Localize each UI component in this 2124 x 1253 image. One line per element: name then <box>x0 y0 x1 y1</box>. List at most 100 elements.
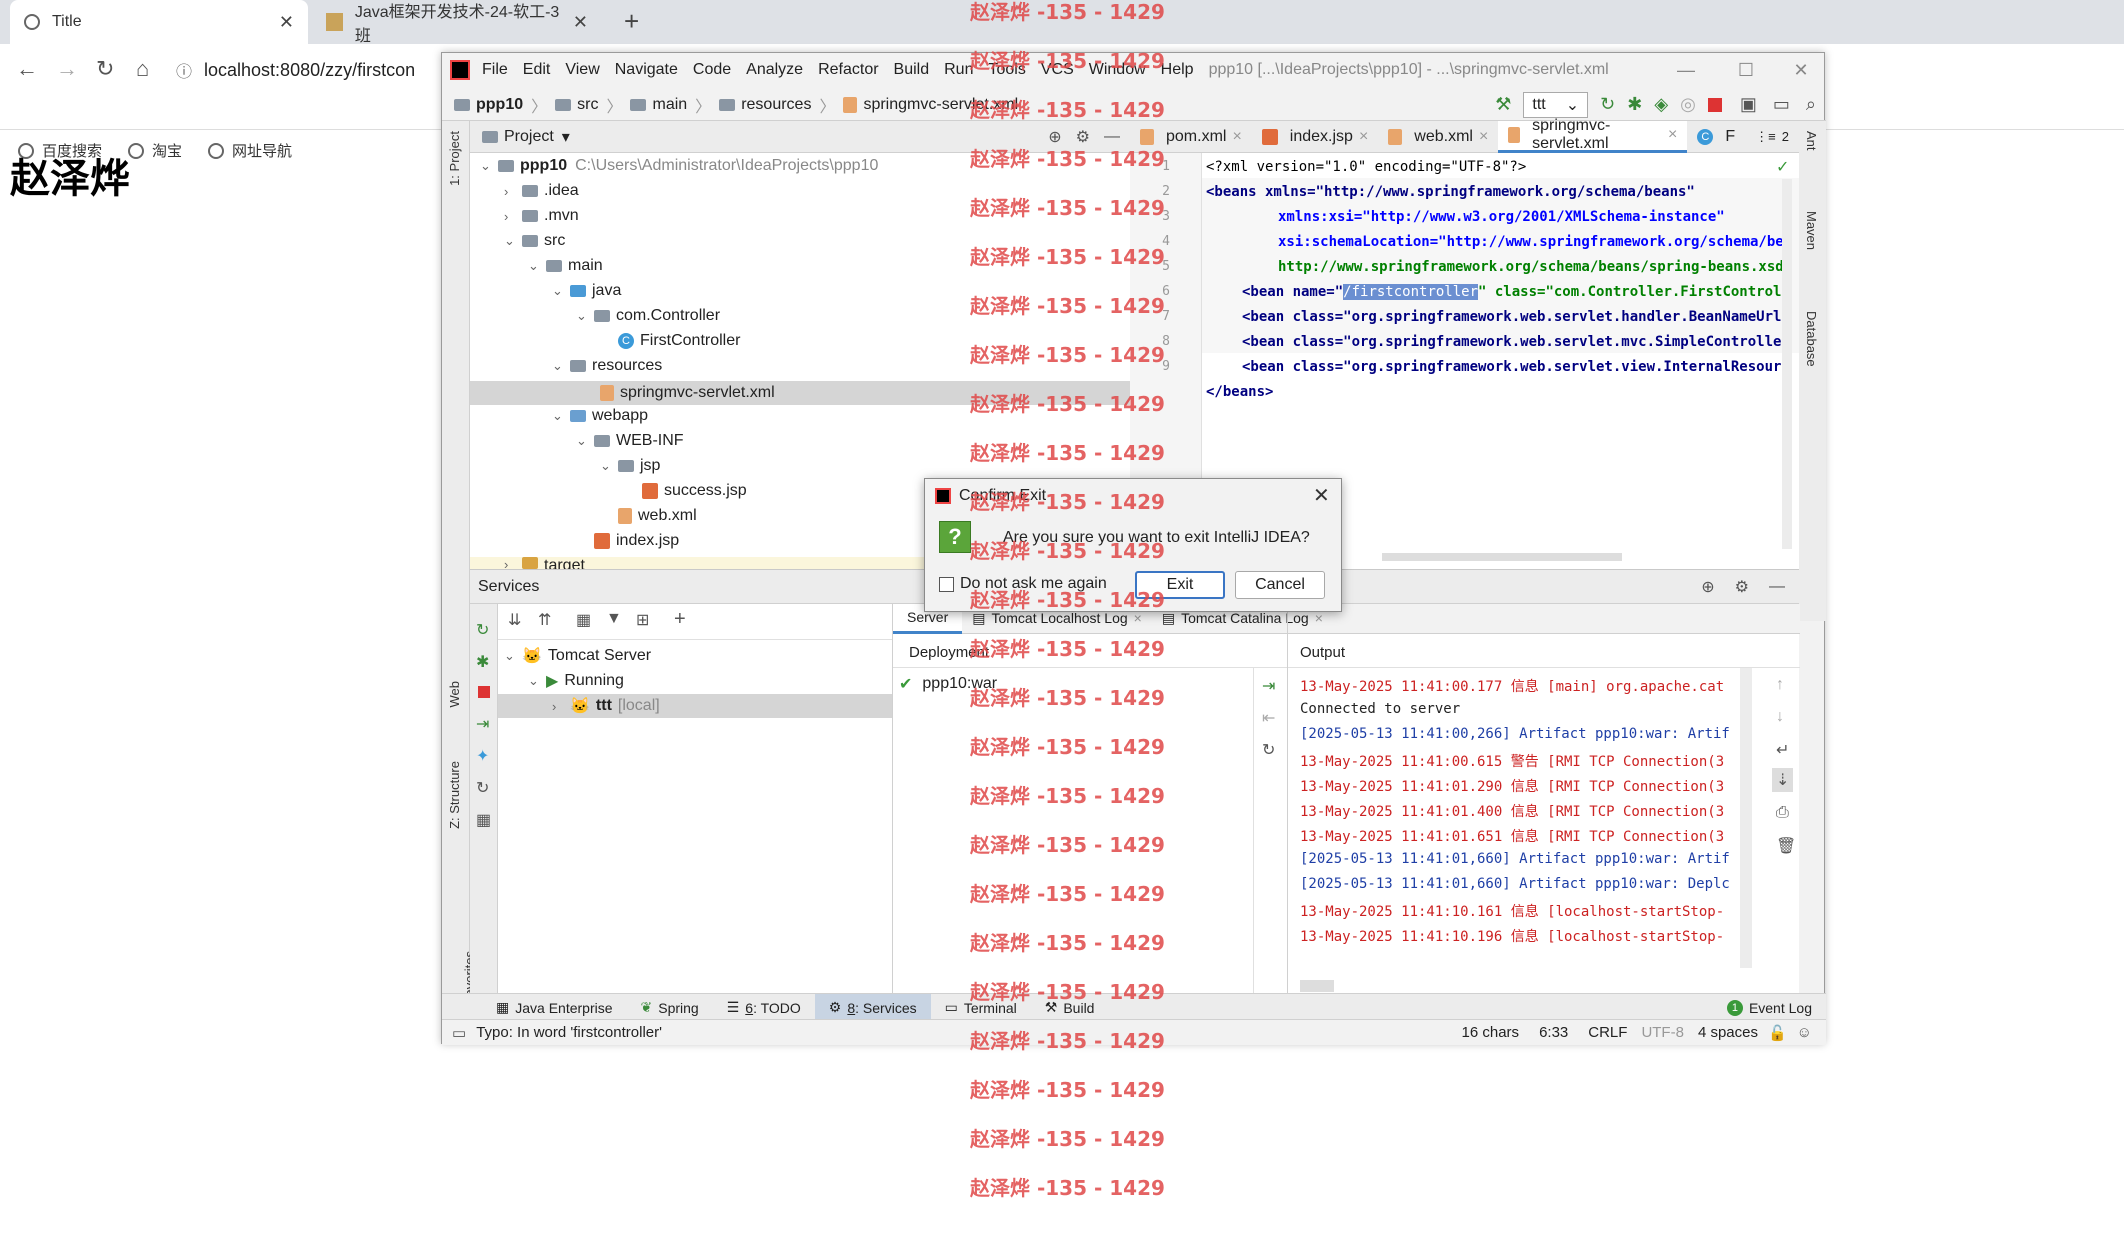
editor-tabs-overflow[interactable]: ⋮≡ 2 <box>1745 121 1799 153</box>
home-icon[interactable]: ⌂ <box>136 56 149 82</box>
up-icon[interactable]: ↑ <box>1776 676 1784 694</box>
profile-icon[interactable]: ◎ <box>1680 94 1696 115</box>
build-hammer-icon[interactable]: ⚒ <box>1495 94 1511 115</box>
checkbox-box[interactable] <box>939 576 954 592</box>
breadcrumb-project[interactable]: ppp10 <box>476 96 523 114</box>
debug-icon[interactable]: ✱ <box>476 652 489 672</box>
toggle-panels-icon[interactable]: ▭ <box>452 1024 466 1042</box>
editor-tab-pom[interactable]: pom.xml × <box>1130 121 1252 153</box>
tree-node-main[interactable]: ⌄ main <box>528 257 603 275</box>
trash-icon[interactable]: 🗑 <box>1776 836 1796 856</box>
project-view-select[interactable]: Project <box>504 128 554 146</box>
expand-all-icon[interactable]: ⇊ <box>508 610 521 630</box>
tree-node-src[interactable]: ⌄ src <box>504 232 565 250</box>
tree-node-springmvc-xml[interactable]: springmvc-servlet.xml <box>470 381 1130 405</box>
tree-node-package[interactable]: ⌄ com.Controller <box>576 307 720 325</box>
status-encoding[interactable]: UTF-8 <box>1641 1024 1684 1041</box>
tool-java-enterprise[interactable]: ▦ Java Enterprise <box>482 994 627 1022</box>
menu-vcs[interactable]: VCS <box>1041 61 1074 79</box>
tree-node-web-xml[interactable]: web.xml <box>618 507 697 525</box>
chevron-down-icon[interactable]: ⌄ <box>528 258 546 274</box>
chevron-down-icon[interactable]: ⌄ <box>576 308 594 324</box>
menu-navigate[interactable]: Navigate <box>615 61 678 79</box>
breadcrumb-resources[interactable]: resources <box>741 96 811 114</box>
project-structure-icon[interactable]: ▣ <box>1740 94 1757 115</box>
soft-wrap-icon[interactable]: ↵ <box>1776 740 1789 760</box>
maximize-icon[interactable]: ☐ <box>1716 60 1776 81</box>
info-icon[interactable]: ⓘ <box>176 58 192 82</box>
status-indent[interactable]: 4 spaces <box>1698 1024 1758 1041</box>
tab-localhost-log[interactable]: ▤ Tomcat Localhost Log × <box>962 610 1152 627</box>
bookmark-nav[interactable]: 网址导航 <box>208 140 292 161</box>
collapse-all-icon[interactable]: ⇈ <box>538 610 551 630</box>
chevron-down-icon[interactable]: ⌄ <box>552 283 570 299</box>
menu-code[interactable]: Code <box>693 61 731 79</box>
minimize-icon[interactable]: — <box>1656 60 1716 81</box>
close-icon[interactable]: × <box>1359 128 1368 146</box>
window-close-icon[interactable]: ✕ <box>1776 60 1826 81</box>
editor-tab-index[interactable]: index.jsp × <box>1252 121 1379 153</box>
rerun-icon[interactable]: ↻ <box>1600 94 1615 115</box>
tool-maven[interactable]: Maven <box>1804 211 1819 250</box>
chevron-down-icon[interactable]: ⌄ <box>504 233 522 249</box>
exit-button[interactable]: Exit <box>1135 571 1225 599</box>
scroll-to-end-icon[interactable]: ⇣ <box>1772 768 1794 792</box>
output-h-scrollbar[interactable] <box>1300 980 1334 992</box>
chevron-right-icon[interactable]: › <box>504 184 522 199</box>
presentation-icon[interactable]: ▭ <box>1773 94 1790 115</box>
hide-icon[interactable]: — <box>1769 578 1785 596</box>
chevron-down-icon[interactable]: ⌄ <box>504 648 522 664</box>
rerun-icon[interactable]: ↻ <box>476 620 489 640</box>
menu-file[interactable]: File <box>482 61 508 79</box>
debug-icon[interactable]: ✱ <box>1627 94 1642 115</box>
tree-node-jsp[interactable]: ⌄ jsp <box>600 457 660 475</box>
horizontal-scrollbar[interactable] <box>1382 553 1622 561</box>
locate-icon[interactable]: ⊕ <box>1048 127 1061 147</box>
undeploy-icon[interactable]: ⇤ <box>1262 708 1275 728</box>
deploy-icon[interactable]: ⇥ <box>1262 676 1275 696</box>
cancel-button[interactable]: Cancel <box>1235 571 1325 599</box>
back-icon[interactable]: ← <box>16 56 38 82</box>
stop-icon[interactable] <box>478 686 490 698</box>
run-config-select[interactable]: ttt ⌄ <box>1523 91 1589 118</box>
new-tab-icon[interactable]: ⊞ <box>636 610 649 630</box>
bookmark-taobao[interactable]: 淘宝 <box>128 140 182 161</box>
forward-icon[interactable]: → <box>56 56 78 82</box>
chevron-down-icon[interactable]: ⌄ <box>552 358 570 374</box>
chevron-down-icon[interactable]: ⌄ <box>480 158 498 174</box>
tree-node-mvn[interactable]: › .mvn <box>504 207 579 225</box>
menu-edit[interactable]: Edit <box>523 61 551 79</box>
settings-gear-icon[interactable]: ⚙ <box>1076 127 1090 147</box>
deployment-item[interactable]: ✔ ppp10:war <box>899 674 997 694</box>
do-not-ask-checkbox[interactable]: Do not ask me again <box>939 575 1107 593</box>
tree-node-resources[interactable]: ⌄ resources <box>552 357 662 375</box>
tree-node-webinf[interactable]: ⌄ WEB-INF <box>576 432 684 450</box>
new-tab-button[interactable]: + <box>624 6 639 37</box>
chevron-right-icon[interactable]: › <box>504 557 522 569</box>
close-icon[interactable]: × <box>1668 126 1677 144</box>
service-tomcat-server[interactable]: ⌄ 🐱 Tomcat Server <box>504 646 651 666</box>
tree-node-ppp10[interactable]: ⌄ ppp10 C:\Users\Administrator\IdeaProject… <box>480 157 878 175</box>
tool-structure[interactable]: Z: Structure <box>447 761 462 829</box>
tool-web[interactable]: Web <box>447 681 462 708</box>
menu-analyze[interactable]: Analyze <box>746 61 803 79</box>
service-running[interactable]: ⌄ ▶ Running <box>528 671 624 691</box>
lock-icon[interactable]: 🔓 <box>1768 1024 1787 1042</box>
menu-tools[interactable]: Tools <box>988 61 1025 79</box>
browser-tab-course[interactable]: Java框架开发技术-24-软工-3班 ✕ <box>312 0 602 45</box>
vertical-scrollbar[interactable] <box>1782 179 1792 549</box>
tool-todo[interactable]: ☰ 6: TODO <box>713 994 815 1022</box>
print-icon[interactable]: ⎙ <box>1776 804 1789 822</box>
deploy-icon[interactable]: ⇥ <box>476 714 489 734</box>
menu-refactor[interactable]: Refactor <box>818 61 878 79</box>
close-icon[interactable]: × <box>1232 128 1241 146</box>
filter-icon[interactable]: ▼ <box>606 610 622 628</box>
tool-project[interactable]: 1: Project <box>447 131 462 186</box>
settings-gear-icon[interactable]: ⚙ <box>1735 577 1749 597</box>
breadcrumb-main[interactable]: main <box>652 96 687 114</box>
tool-terminal[interactable]: ▭ Terminal <box>931 994 1031 1022</box>
chevron-right-icon[interactable]: › <box>504 209 522 224</box>
coverage-icon[interactable]: ◈ <box>1654 94 1668 115</box>
tool-event-log[interactable]: 1 Event Log <box>1713 994 1826 1022</box>
dialog-close-icon[interactable]: ✕ <box>1313 483 1330 508</box>
